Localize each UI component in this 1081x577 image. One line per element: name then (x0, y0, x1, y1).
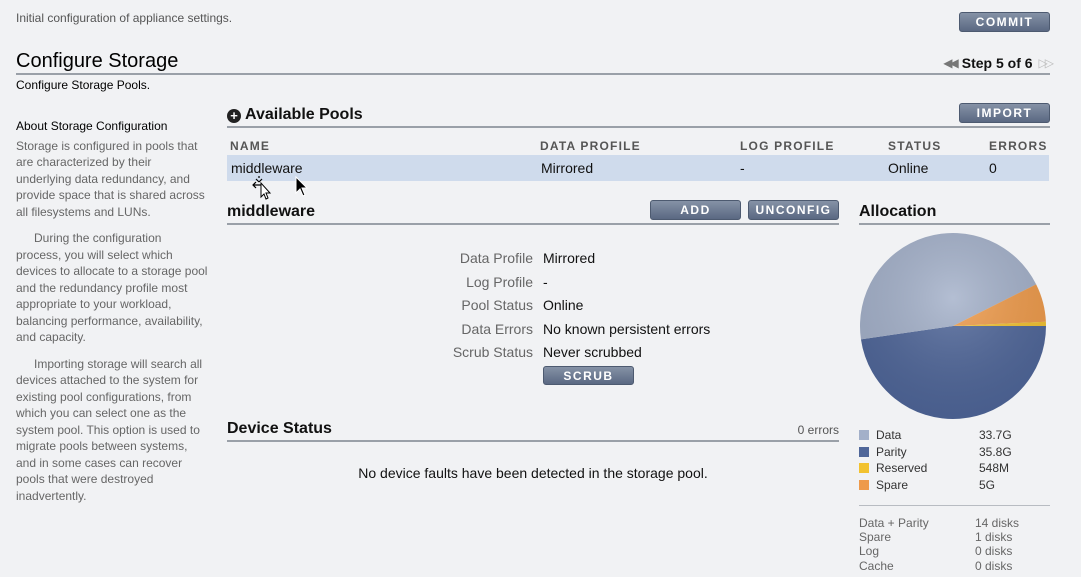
column-header-errors[interactable]: ERRORS (989, 139, 1048, 153)
legend-item-reserved: Reserved (859, 461, 927, 475)
help-heading: About Storage Configuration (16, 119, 168, 133)
pool-detail-divider (227, 223, 839, 225)
log-profile-label: Log Profile (466, 274, 533, 290)
allocation-title: Allocation (859, 203, 937, 220)
device-status-divider (227, 440, 839, 442)
legend-label: Reserved (876, 461, 928, 475)
device-status-message: No device faults have been detected in t… (358, 465, 708, 481)
help-paragraph: Storage is configured in pools that are … (16, 138, 205, 219)
plus-circle-icon[interactable]: + (227, 108, 241, 123)
device-status-title: Device Status (227, 420, 332, 437)
column-header-log-profile[interactable]: LOG PROFILE (740, 139, 835, 153)
data-profile-label: Data Profile (459, 250, 533, 266)
pool-detail-title: middleware (227, 203, 316, 220)
disk-label: Data + Parity (859, 516, 929, 530)
page-subtitle: Configure Storage Pools. (16, 78, 151, 92)
legend-swatch (859, 480, 869, 490)
disk-count: 1 disks (975, 530, 1013, 544)
disk-count: 0 disks (975, 559, 1013, 573)
pool-data-profile-cell: Mirrored (541, 160, 594, 176)
scrub-status-label: Scrub Status (452, 344, 533, 360)
disks-divider (859, 505, 1050, 506)
column-header-name[interactable]: NAME (230, 139, 270, 153)
pool-status-label: Pool Status (461, 297, 533, 313)
legend-swatch (859, 447, 869, 457)
legend-label: Parity (876, 445, 907, 459)
column-header-data-profile[interactable]: DATA PROFILE (540, 139, 641, 153)
help-paragraph: Importing storage will search all device… (16, 356, 203, 503)
import-button[interactable]: IMPORT (959, 103, 1050, 123)
pool-errors-cell: 0 (989, 160, 997, 176)
title-divider (16, 73, 1050, 75)
move-cursor-icon (252, 176, 272, 200)
legend-item-spare: Spare (859, 478, 908, 492)
unconfig-button[interactable]: UNCONFIG (748, 200, 839, 220)
data-errors-value: No known persistent errors (543, 321, 711, 337)
legend-value: 35.8G (979, 445, 1012, 459)
log-profile-value: - (543, 274, 548, 290)
legend-value: 548M (979, 461, 1010, 475)
pools-divider (227, 126, 1050, 128)
allocation-pie-chart (860, 233, 1046, 420)
pool-status-value: Online (543, 297, 584, 313)
available-pools-header[interactable]: + Available Pools (227, 106, 363, 124)
allocation-divider (859, 223, 1050, 225)
data-profile-value: Mirrored (543, 250, 596, 266)
page-title: Configure Storage (16, 50, 179, 72)
pool-log-profile-cell: - (740, 160, 745, 176)
arrow-cursor-icon (295, 176, 309, 197)
legend-item-parity: Parity (859, 445, 907, 459)
available-pools-title: Available Pools (245, 106, 363, 123)
legend-label: Spare (876, 478, 909, 492)
device-errors-count: 0 errors (797, 423, 839, 437)
pool-status-cell: Online (888, 160, 929, 176)
disk-label: Spare (859, 530, 892, 544)
header-note: Initial configuration of appliance setti… (16, 11, 233, 25)
add-button[interactable]: ADD (650, 200, 741, 220)
help-paragraph: During the configuration process, you wi… (16, 231, 208, 344)
column-header-status[interactable]: STATUS (888, 139, 941, 153)
scrub-status-value: Never scrubbed (543, 344, 642, 360)
scrub-button[interactable]: SCRUB (543, 366, 634, 385)
legend-item-data: Data (859, 428, 901, 442)
disk-label: Cache (859, 559, 894, 573)
next-step-icon[interactable]: ▷▷ (1039, 56, 1055, 70)
legend-swatch (859, 430, 869, 440)
pie-slice-parity (860, 326, 1046, 420)
step-label: Step 5 of 6 (961, 55, 1033, 71)
disk-label: Log (859, 544, 880, 558)
legend-value: 5G (979, 478, 996, 492)
legend-label: Data (876, 428, 902, 442)
commit-button[interactable]: COMMIT (959, 12, 1050, 32)
disk-count: 0 disks (975, 544, 1013, 558)
step-indicator: ◀◀ Step 5 of 6 ▷▷ (943, 55, 1055, 71)
legend-swatch (859, 463, 869, 473)
data-errors-label: Data Errors (461, 321, 533, 337)
legend-value: 33.7G (979, 428, 1012, 442)
help-sidebar: About Storage Configuration Storage is c… (16, 118, 208, 514)
previous-step-icon[interactable]: ◀◀ (943, 56, 959, 70)
disk-count: 14 disks (975, 516, 1020, 530)
